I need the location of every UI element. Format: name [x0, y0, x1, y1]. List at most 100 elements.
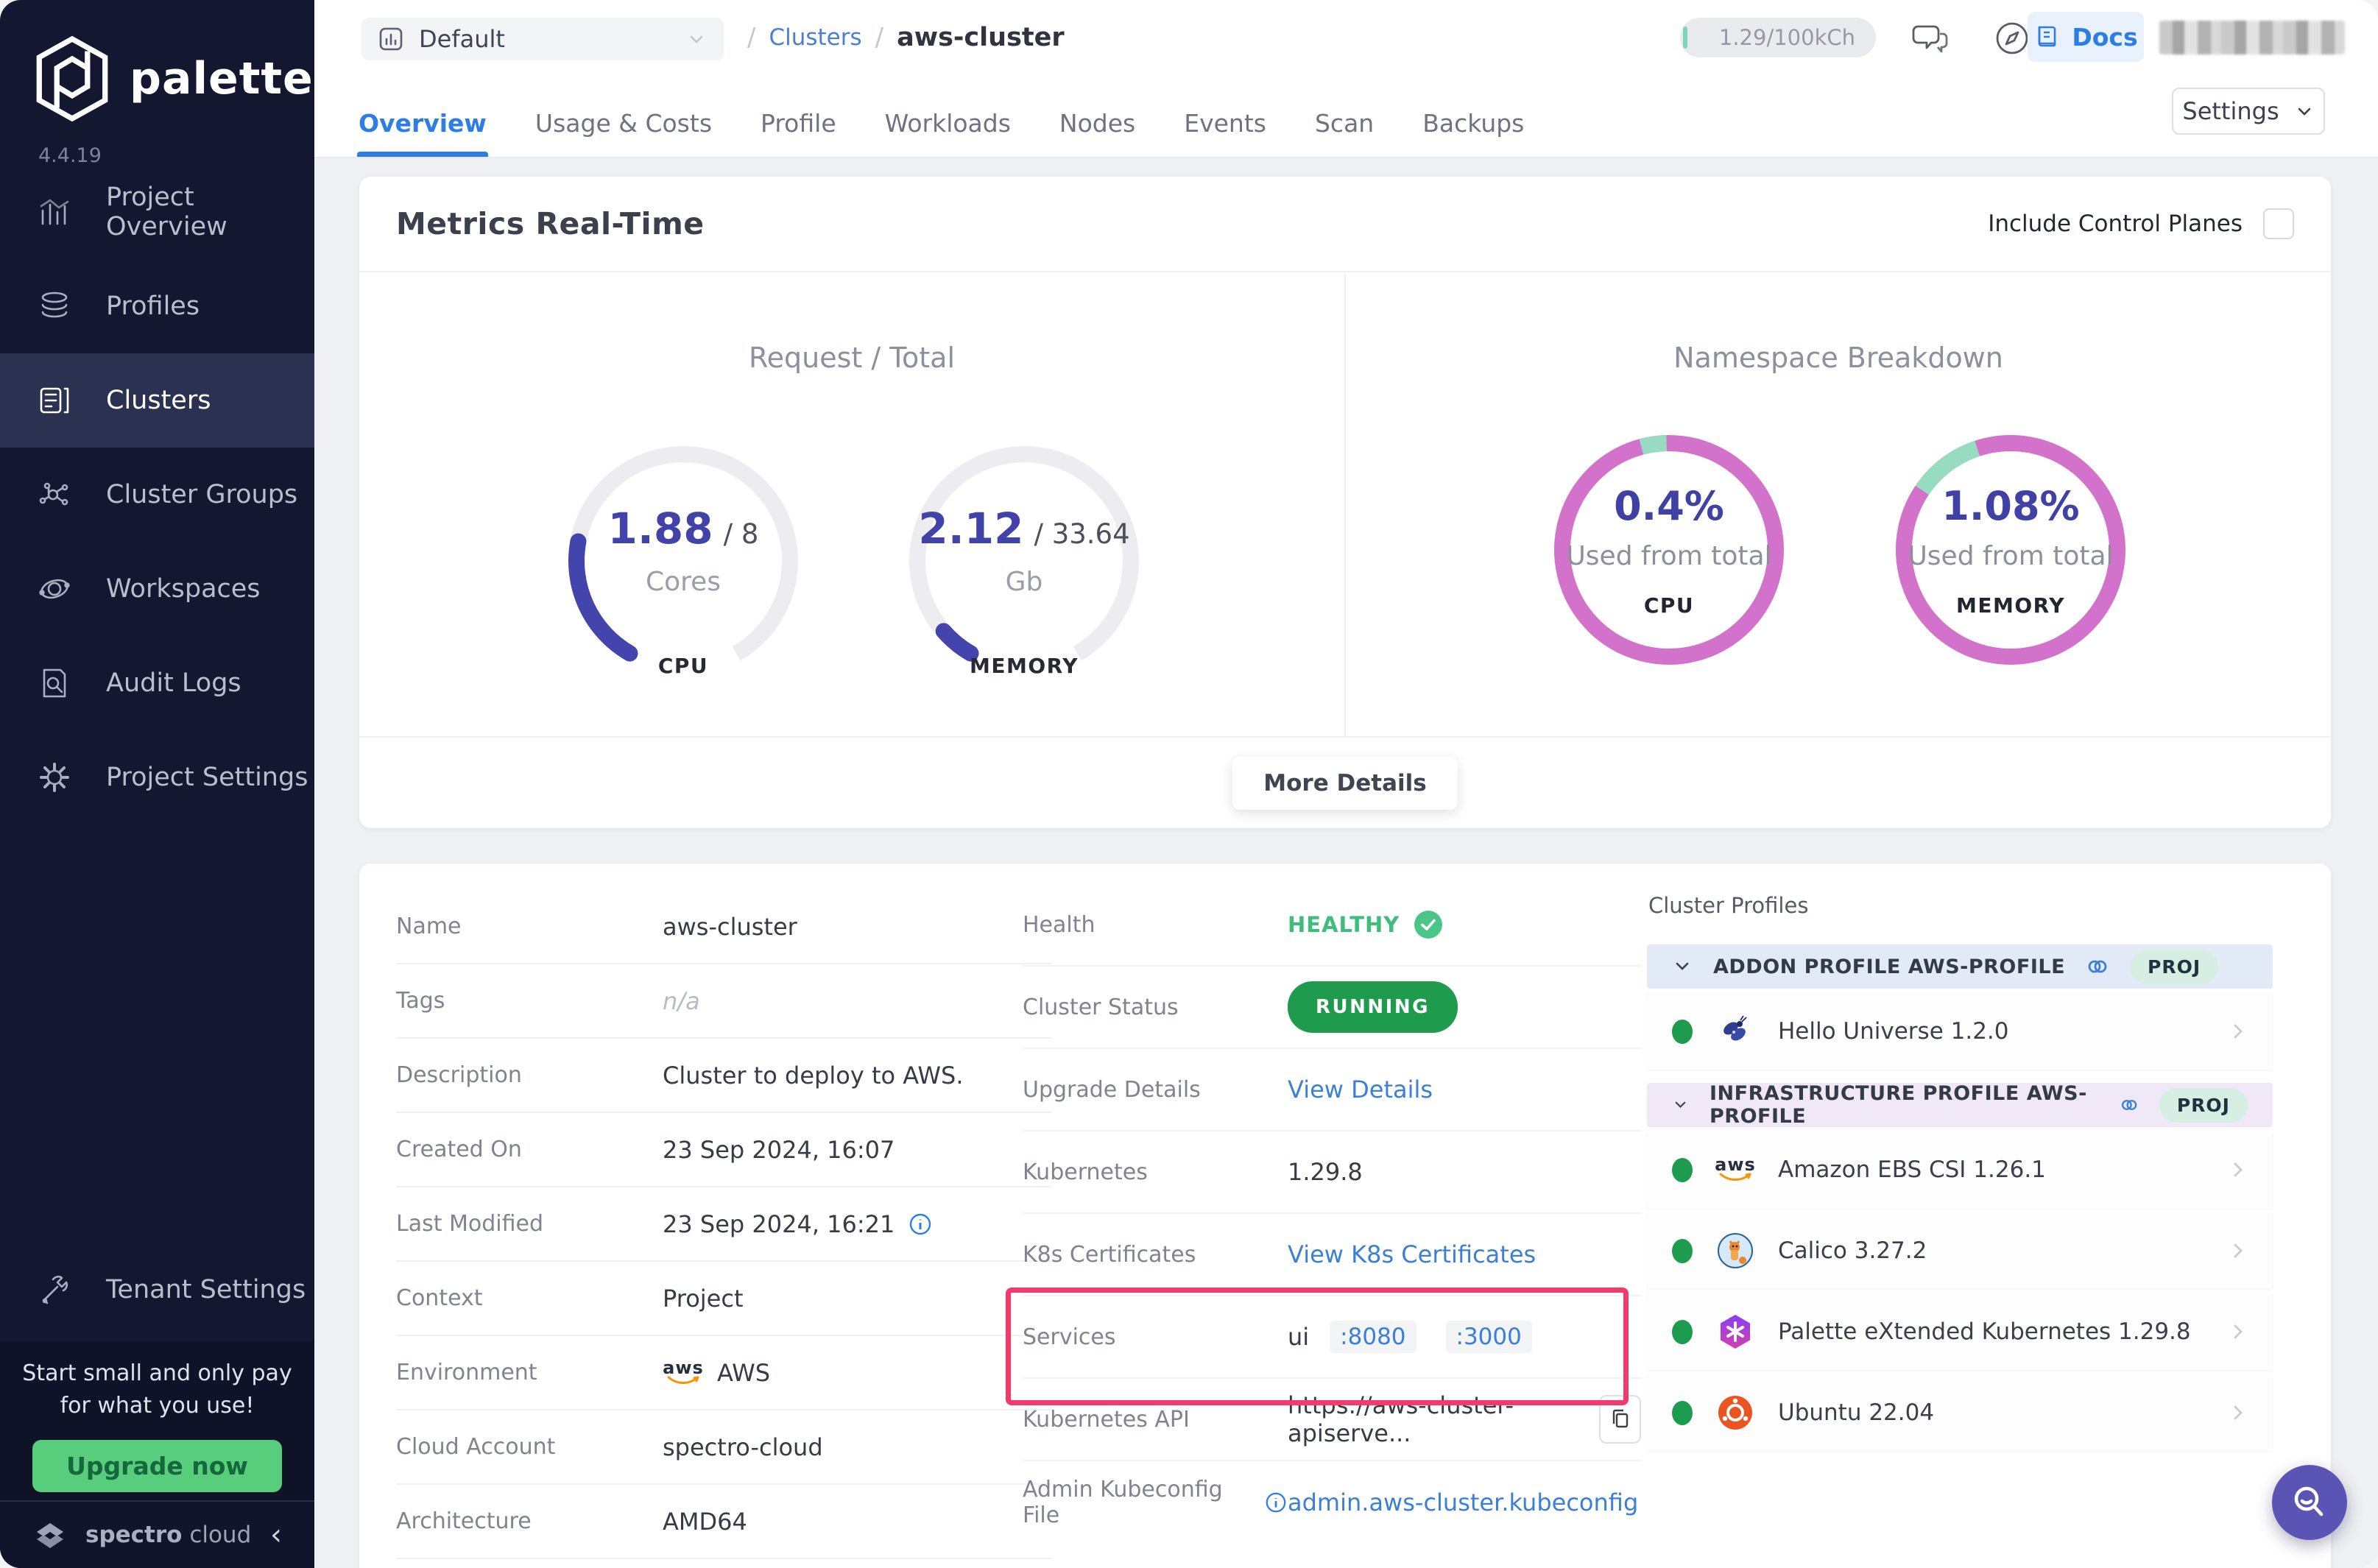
include-control-planes-checkbox[interactable]	[2263, 208, 2294, 239]
tab-scan[interactable]: Scan	[1315, 89, 1374, 157]
tab-workloads[interactable]: Workloads	[885, 89, 1011, 157]
sidebar-item-label: Workspaces	[106, 574, 261, 604]
service-port-link-8080[interactable]: :8080	[1330, 1321, 1416, 1353]
sidebar-item-cluster-groups[interactable]: Cluster Groups	[0, 448, 314, 542]
tab-events[interactable]: Events	[1184, 89, 1266, 157]
detail-row-admin-kubeconfig: Admin Kubeconfig File admin.aws-cluster.…	[1023, 1461, 1641, 1544]
profile-item-amazon-ebs-csi[interactable]: aws Amazon EBS CSI 1.26.1	[1647, 1131, 2273, 1208]
kubernetes-api-url: https://aws-cluster-apiserve...	[1288, 1391, 1586, 1447]
detail-value: 23 Sep 2024, 16:07	[663, 1136, 1051, 1164]
profile-item-name: Ubuntu 22.04	[1778, 1399, 1934, 1426]
chevron-down-icon	[1672, 956, 1693, 977]
view-k8s-certificates-link[interactable]: View K8s Certificates	[1288, 1240, 1536, 1268]
memory-used-value: 2.12	[918, 504, 1023, 554]
detail-value: AMD64	[663, 1508, 1051, 1536]
profile-item-name: Amazon EBS CSI 1.26.1	[1778, 1156, 2046, 1183]
chevron-right-icon	[2229, 1160, 2248, 1179]
profile-item-calico[interactable]: Calico 3.27.2	[1647, 1212, 2273, 1289]
cpu-gauge: 1.88 / 8 Cores CPU	[558, 436, 808, 686]
memory-caption: MEMORY	[899, 654, 1149, 678]
memory-gauge-text: 2.12 / 33.64 Gb	[899, 436, 1149, 686]
breadcrumb: / Clusters / aws-cluster	[747, 16, 1065, 59]
usage-credits-pill: 1.29/100kCh	[1680, 18, 1876, 57]
tab-backups[interactable]: Backups	[1422, 89, 1524, 157]
profile-item-name: Palette eXtended Kubernetes 1.29.8	[1778, 1318, 2191, 1345]
sidebar-item-label: Cluster Groups	[106, 480, 297, 509]
addon-profile-header[interactable]: ADDON PROFILE AWS-PROFILE PROJ	[1647, 944, 2273, 989]
detail-label: Context	[396, 1285, 663, 1311]
detail-row-architecture: Architecture AMD64	[396, 1485, 1051, 1559]
explore-compass-icon[interactable]	[1991, 18, 2033, 59]
detail-value: spectro-cloud	[663, 1433, 1051, 1461]
docs-button[interactable]: Docs	[2028, 12, 2144, 62]
upgrade-now-button[interactable]: Upgrade now	[32, 1440, 282, 1492]
audit-logs-icon	[37, 665, 72, 701]
palette-logo-icon	[34, 35, 110, 122]
pxk-icon	[1716, 1313, 1754, 1351]
project-overview-icon	[37, 194, 72, 230]
assistant-search-fab[interactable]	[2272, 1465, 2347, 1540]
metrics-body: Request / Total 1.88 / 8 Cores	[359, 274, 2331, 736]
docs-label: Docs	[2072, 23, 2137, 52]
sidebar-item-label: Project Overview	[106, 183, 314, 241]
sidebar-item-profiles[interactable]: Profiles	[0, 259, 314, 353]
view-details-link[interactable]: View Details	[1288, 1076, 1433, 1103]
sidebar-item-project-overview[interactable]: Project Overview	[0, 165, 314, 259]
detail-label: Architecture	[396, 1508, 663, 1534]
sidebar-item-audit-logs[interactable]: Audit Logs	[0, 636, 314, 730]
cpu-gauge-text: 1.88 / 8 Cores	[558, 436, 808, 686]
sidebar-item-project-settings[interactable]: Project Settings	[0, 730, 314, 824]
info-icon[interactable]	[908, 1212, 933, 1237]
cpu-caption: CPU	[558, 654, 808, 678]
chevron-right-icon	[2229, 1322, 2248, 1341]
tab-overview[interactable]: Overview	[359, 89, 487, 157]
detail-row-cloud-account: Cloud Account spectro-cloud	[396, 1410, 1051, 1485]
cluster-details-card: Name aws-cluster Tags n/a Description Cl…	[359, 864, 2331, 1568]
main-content: Metrics Real-Time Include Control Planes…	[314, 160, 2378, 1568]
detail-value: 23 Sep 2024, 16:21	[663, 1210, 895, 1238]
infrastructure-profile-header[interactable]: INFRASTRUCTURE PROFILE AWS-PROFILE PROJ	[1647, 1083, 2273, 1127]
metrics-footer: More Details	[359, 736, 2331, 828]
request-total-panel: Request / Total 1.88 / 8 Cores	[359, 274, 1346, 736]
copy-api-url-button[interactable]	[1599, 1395, 1641, 1444]
breadcrumb-link-clusters[interactable]: Clusters	[769, 24, 861, 51]
profile-item-ubuntu[interactable]: Ubuntu 22.04	[1647, 1374, 2273, 1451]
book-icon	[2033, 24, 2060, 50]
profile-item-palette-extended-kubernetes[interactable]: Palette eXtended Kubernetes 1.29.8	[1647, 1293, 2273, 1370]
project-selector-value: Default	[419, 25, 505, 53]
tab-profile[interactable]: Profile	[761, 89, 836, 157]
sidebar-item-label: Audit Logs	[106, 668, 241, 698]
sidebar-item-tenant-settings[interactable]: Tenant Settings	[0, 1243, 314, 1337]
namespace-breakdown-panel: Namespace Breakdown 0.4% Used from total…	[1346, 274, 2331, 736]
info-icon[interactable]	[1264, 1490, 1288, 1515]
service-port-link-3000[interactable]: :3000	[1446, 1321, 1532, 1353]
user-account-menu[interactable]	[2159, 21, 2345, 54]
settings-button[interactable]: Settings	[2172, 88, 2325, 135]
cluster-groups-icon	[37, 477, 72, 512]
admin-kubeconfig-link[interactable]: admin.aws-cluster.kubeconfig	[1288, 1488, 1638, 1516]
tab-nodes[interactable]: Nodes	[1059, 89, 1135, 157]
footer-brand-primary: spectro	[85, 1522, 182, 1548]
memory-unit-label: Gb	[1006, 567, 1043, 597]
sidebar-collapse-chevron-icon[interactable]: ‹	[270, 1520, 282, 1550]
detail-row-kubernetes-api: Kubernetes API https://aws-cluster-apise…	[1023, 1379, 1641, 1461]
sidebar-item-label: Clusters	[106, 386, 211, 415]
namespace-memory-caption: MEMORY	[1956, 593, 2065, 618]
app-window: palette 4.4.19 Project Overview Profiles	[0, 0, 2378, 1568]
top-header: Default / Clusters / aws-cluster 1.29/10…	[314, 0, 2378, 158]
project-selector-dropdown[interactable]: Default	[361, 18, 724, 60]
sidebar-item-workspaces[interactable]: Workspaces	[0, 542, 314, 636]
status-dot-icon	[1672, 1320, 1693, 1344]
chevron-down-icon	[1672, 1095, 1689, 1115]
feedback-chat-icon[interactable]	[1910, 18, 1952, 59]
detail-row-context: Context Project	[396, 1262, 1051, 1336]
more-details-button[interactable]: More Details	[1232, 757, 1457, 810]
profile-item-hello-universe[interactable]: Hello Universe 1.2.0	[1647, 993, 2273, 1070]
usage-credits-value: 1.29/100kCh	[1719, 25, 1855, 50]
metrics-title: Metrics Real-Time	[396, 206, 705, 241]
detail-row-description: Description Cluster to deploy to AWS.	[396, 1039, 1051, 1113]
sidebar-item-clusters[interactable]: Clusters	[0, 353, 314, 448]
detail-label: Admin Kubeconfig File	[1023, 1477, 1252, 1528]
cpu-used-value: 1.88	[608, 504, 713, 554]
tab-usage-costs[interactable]: Usage & Costs	[535, 89, 712, 157]
